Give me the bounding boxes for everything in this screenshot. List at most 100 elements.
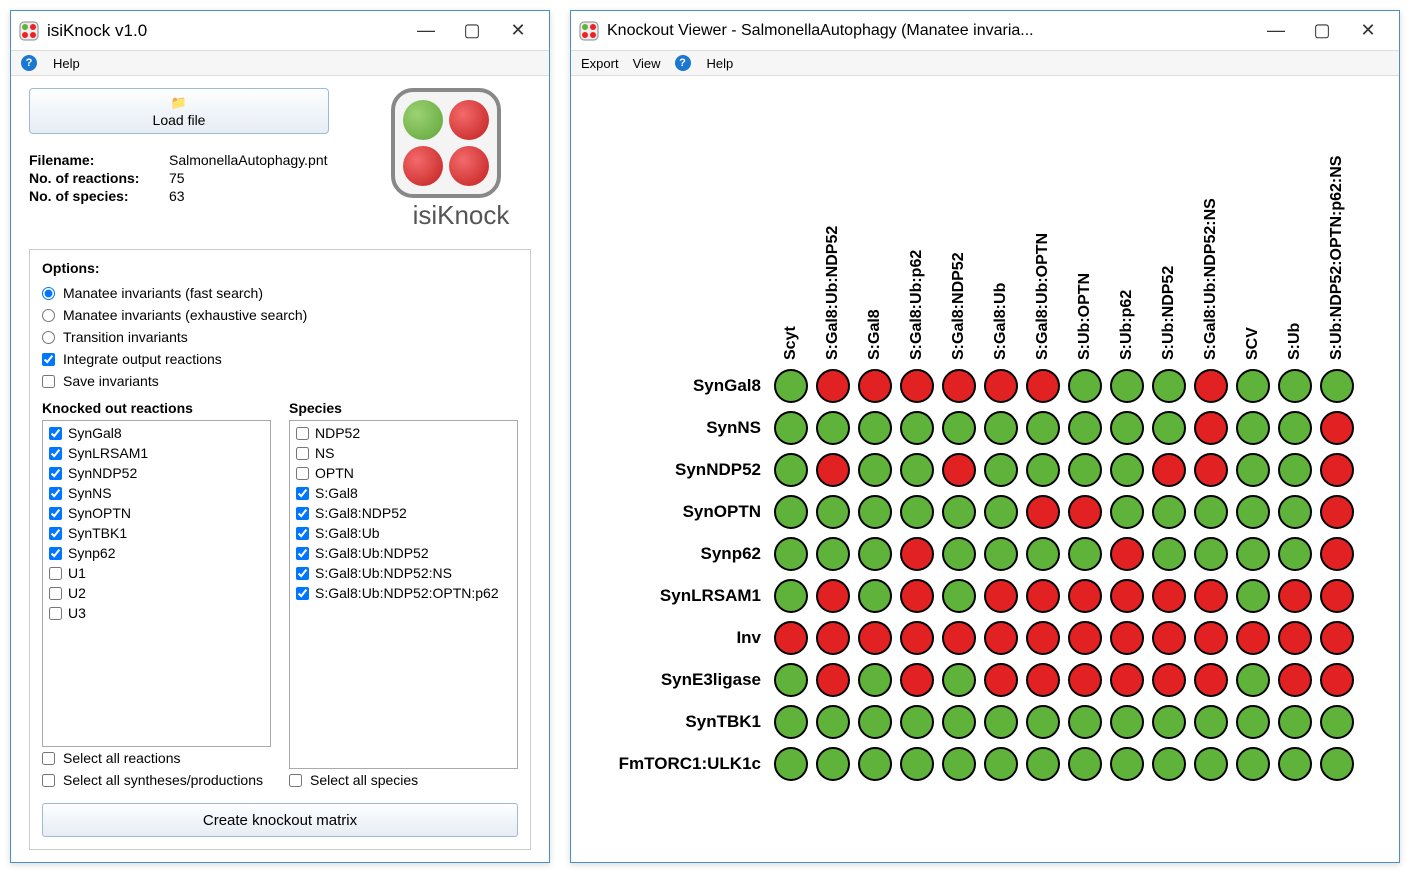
dot-green (1236, 537, 1270, 571)
dot-red (984, 369, 1018, 403)
species-item[interactable]: S:Gal8:Ub:NDP52:NS (292, 563, 515, 583)
dot-green (1236, 411, 1270, 445)
matrix-cell (1233, 408, 1273, 448)
matrix-cell (813, 408, 853, 448)
matrix-cell (1065, 366, 1105, 406)
dot-green (774, 495, 808, 529)
dot-green (858, 747, 892, 781)
reaction-item[interactable]: SynNS (45, 483, 268, 503)
dot-green (1320, 369, 1354, 403)
dot-green (816, 747, 850, 781)
matrix-row-header: SynTBK1 (579, 702, 769, 742)
viewer-minimize-button[interactable]: — (1253, 15, 1299, 47)
matrix-cell (1065, 618, 1105, 658)
matrix-cell (897, 660, 937, 700)
matrix-cell (1275, 450, 1315, 490)
matrix-cell (939, 702, 979, 742)
matrix-cell (981, 744, 1021, 784)
species-item[interactable]: NS (292, 443, 515, 463)
matrix-cell (1233, 744, 1273, 784)
species-item[interactable]: OPTN (292, 463, 515, 483)
menu-export[interactable]: Export (581, 56, 619, 71)
matrix-cell (897, 576, 937, 616)
matrix-cell (939, 618, 979, 658)
species-item[interactable]: S:Gal8:NDP52 (292, 503, 515, 523)
select-all-reactions[interactable]: Select all reactions (42, 750, 271, 766)
dot-red (1194, 663, 1228, 697)
matrix-cell (1065, 450, 1105, 490)
dot-green (858, 579, 892, 613)
species-list[interactable]: NDP52NSOPTNS:Gal8S:Gal8:NDP52S:Gal8:UbS:… (289, 420, 518, 769)
dot-green (1278, 705, 1312, 739)
dot-green (1236, 369, 1270, 403)
dot-green (1236, 579, 1270, 613)
matrix-cell (1107, 366, 1147, 406)
viewer-titlebar: Knockout Viewer - SalmonellaAutophagy (M… (571, 11, 1399, 51)
matrix-cell (855, 744, 895, 784)
load-file-button[interactable]: 📁 Load file (29, 88, 329, 134)
species-item[interactable]: S:Gal8:Ub (292, 523, 515, 543)
dot-green (1194, 495, 1228, 529)
matrix-cell (939, 450, 979, 490)
matrix-column-header: S:Ub:p62 (1107, 84, 1147, 364)
matrix-column-header: S:Gal8:Ub:p62 (897, 84, 937, 364)
dot-red (942, 621, 976, 655)
reaction-item[interactable]: U2 (45, 583, 268, 603)
reaction-item[interactable]: SynGal8 (45, 423, 268, 443)
matrix-cell (1107, 702, 1147, 742)
dot-red (942, 369, 976, 403)
minimize-button[interactable]: — (403, 15, 449, 47)
menu-help[interactable]: Help (53, 56, 80, 71)
reaction-item[interactable]: SynLRSAM1 (45, 443, 268, 463)
opt-transition-invariants[interactable]: Transition invariants (42, 329, 518, 345)
dot-green (1278, 411, 1312, 445)
matrix-cell (897, 534, 937, 574)
matrix-cell (1149, 702, 1189, 742)
reaction-item[interactable]: SynOPTN (45, 503, 268, 523)
matrix-cell (1065, 576, 1105, 616)
reaction-item[interactable]: SynNDP52 (45, 463, 268, 483)
dot-red (816, 453, 850, 487)
viewer-close-button[interactable]: ✕ (1345, 15, 1391, 47)
dot-red (1320, 495, 1354, 529)
matrix-column-header: S:Ub:NDP52:OPTN:p62:NS (1317, 84, 1357, 364)
matrix-cell (981, 660, 1021, 700)
opt-save-invariants[interactable]: Save invariants (42, 373, 518, 389)
maximize-button[interactable]: ▢ (449, 15, 495, 47)
matrix-cell (1275, 744, 1315, 784)
opt-exhaustive-search[interactable]: Manatee invariants (exhaustive search) (42, 307, 518, 323)
species-item[interactable]: S:Gal8 (292, 483, 515, 503)
dot-red (1068, 621, 1102, 655)
species-item[interactable]: S:Gal8:Ub:NDP52:OPTN:p62 (292, 583, 515, 603)
dot-red (858, 621, 892, 655)
select-all-species[interactable]: Select all species (289, 772, 518, 788)
matrix-cell (1191, 660, 1231, 700)
menu-view[interactable]: View (633, 56, 661, 71)
dot-green (984, 495, 1018, 529)
opt-integrate-output[interactable]: Integrate output reactions (42, 351, 518, 367)
matrix-cell (1107, 450, 1147, 490)
reaction-item[interactable]: SynTBK1 (45, 523, 268, 543)
menu-help[interactable]: Help (707, 56, 734, 71)
dot-red (1152, 579, 1186, 613)
species-item[interactable]: NDP52 (292, 423, 515, 443)
reaction-item[interactable]: Synp62 (45, 543, 268, 563)
dot-red (1152, 663, 1186, 697)
species-item[interactable]: S:Gal8:Ub:NDP52 (292, 543, 515, 563)
matrix-cell (897, 744, 937, 784)
reaction-item[interactable]: U3 (45, 603, 268, 623)
matrix-cell (1023, 450, 1063, 490)
create-matrix-button[interactable]: Create knockout matrix (42, 803, 518, 837)
reaction-item[interactable]: U1 (45, 563, 268, 583)
viewer-window-title: Knockout Viewer - SalmonellaAutophagy (M… (607, 22, 1034, 40)
viewer-maximize-button[interactable]: ▢ (1299, 15, 1345, 47)
matrix-cell (813, 450, 853, 490)
isiknock-main-window: isiKnock v1.0 — ▢ ✕ ? Help 📁 Load file F… (10, 10, 550, 863)
close-button[interactable]: ✕ (495, 15, 541, 47)
dot-green (900, 453, 934, 487)
select-all-syntheses[interactable]: Select all syntheses/productions (42, 772, 271, 788)
matrix-cell (855, 576, 895, 616)
folder-icon: 📁 (171, 95, 187, 111)
reactions-list[interactable]: SynGal8SynLRSAM1SynNDP52SynNSSynOPTNSynT… (42, 420, 271, 747)
opt-fast-search[interactable]: Manatee invariants (fast search) (42, 285, 518, 301)
